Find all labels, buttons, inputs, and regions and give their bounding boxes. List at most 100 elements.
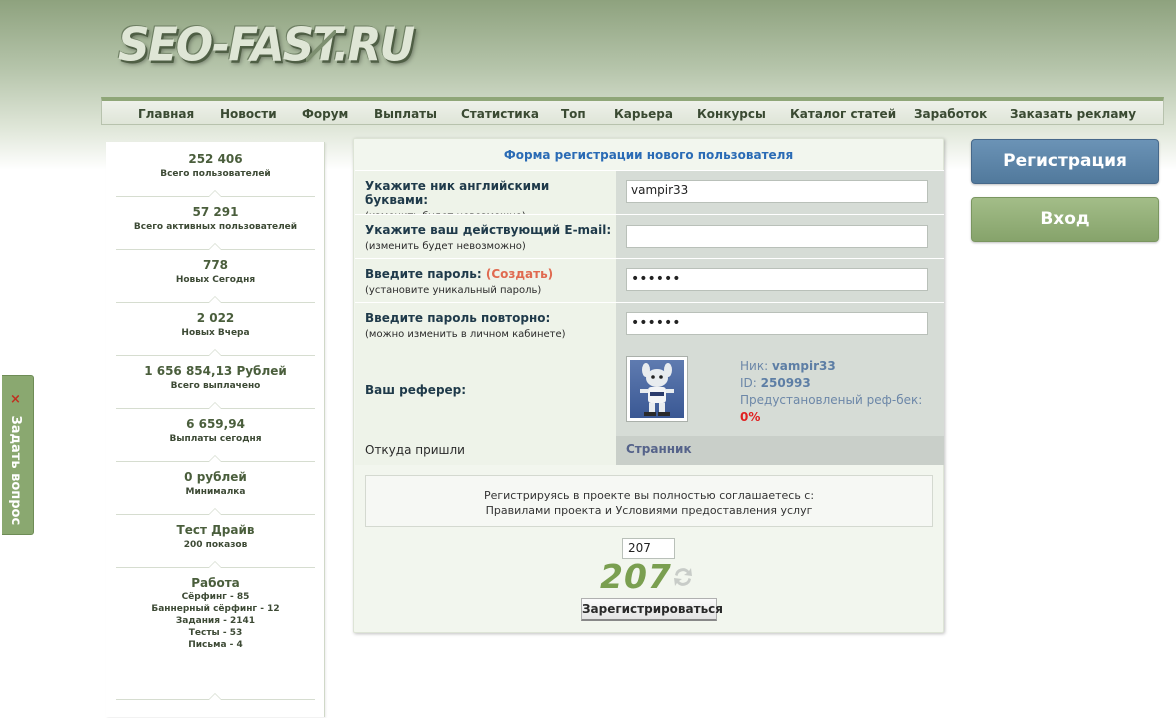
refresh-captcha-icon[interactable] (671, 565, 695, 589)
menu-item-payouts[interactable]: Выплаты (374, 107, 437, 121)
stat-value: 57 291 (192, 205, 239, 219)
captcha-input[interactable]: 207 (622, 538, 675, 559)
divider-notch-icon (208, 561, 222, 569)
stat-new-yesterday: 2 022 Новых Вчера (106, 311, 325, 338)
divider-notch-icon (208, 455, 222, 463)
referrer-info: Ник: vampir33 ID: 250993 Предустановлены… (616, 346, 944, 436)
menu-item-forum[interactable]: Форум (302, 107, 348, 121)
agreement-line-2[interactable]: Правилами проекта и Условиями предоставл… (366, 503, 932, 518)
create-password-link[interactable]: (Создать) (486, 267, 553, 281)
stat-value: Тест Драйв (176, 523, 255, 537)
ask-question-tab[interactable]: × Задать вопрос (2, 375, 34, 535)
login-button[interactable]: Вход (971, 197, 1159, 242)
menu-item-statistics[interactable]: Статистика (461, 107, 539, 121)
close-icon[interactable]: × (8, 392, 23, 407)
stat-label: Всего пользователей (160, 169, 271, 179)
password-repeat-label: Введите пароль повторно: (365, 311, 551, 325)
nick-label: Укажите ник английскими буквами: (365, 179, 550, 207)
refback-value: 0% (740, 410, 761, 424)
password-label: Введите пароль: (Создать) (365, 267, 554, 281)
stat-label: Выплаты сегодня (169, 434, 262, 444)
menu-item-top[interactable]: Топ (561, 107, 586, 121)
work-line: Тесты - 53 (188, 628, 243, 638)
logo-decoration-icon (306, 30, 336, 62)
work-line: Сёрфинг - 85 (181, 592, 250, 602)
password-input[interactable]: •••••• (626, 268, 928, 291)
divider-notch-icon (208, 693, 222, 701)
stat-total-paid: 1 656 854,13 Рублей Всего выплачено (106, 364, 325, 391)
stat-label: Новых Вчера (181, 328, 250, 338)
stat-active-users: 57 291 Всего активных пользователей (106, 205, 325, 232)
stat-label: Всего активных пользователей (133, 222, 298, 232)
referrer-nick[interactable]: vampir33 (772, 359, 836, 373)
register-button[interactable]: Регистрация (971, 139, 1159, 184)
password-row: Введите пароль: (Создать) (установите ун… (355, 258, 944, 302)
stat-label: Новых Сегодня (175, 275, 256, 285)
menu-item-home[interactable]: Главная (138, 107, 194, 121)
stat-label: Минималка (185, 487, 246, 497)
stat-value: 252 406 (188, 152, 243, 166)
menu-item-contests[interactable]: Конкурсы (697, 107, 766, 121)
source-value: Странник (616, 436, 944, 465)
menu-item-articles[interactable]: Каталог статей (790, 107, 896, 121)
registration-form: Форма регистрации нового пользователя Ук… (353, 138, 944, 633)
avatar-character-icon (640, 363, 674, 416)
work-line: Задания - 2141 (175, 616, 256, 626)
menu-item-earnings[interactable]: Заработок (914, 107, 987, 121)
captcha-image: 207 (600, 557, 672, 596)
stat-test-drive[interactable]: Тест Драйв 200 показов (106, 523, 325, 550)
agreement-line-1: Регистрируясь в проекте вы полностью сог… (483, 489, 815, 502)
referrer-row: Ваш реферер: (355, 346, 616, 436)
work-line: Баннерный сёрфинг - 12 (151, 604, 280, 614)
stat-label: 200 показов (183, 540, 248, 550)
menu-item-order-ads[interactable]: Заказать рекламу (1010, 107, 1136, 121)
email-hint: (изменить будет невозможно) (365, 241, 526, 252)
stats-sidebar: 252 406 Всего пользователей 57 291 Всего… (106, 142, 325, 717)
register-submit-button[interactable]: Зарегистрироваться (581, 598, 723, 621)
referrer-avatar[interactable] (626, 356, 688, 422)
stat-paid-today: 6 659,94 Выплаты сегодня (106, 417, 325, 444)
email-input[interactable] (626, 225, 928, 248)
main-menu: Главная Новости Форум Выплаты Статистика… (101, 97, 1164, 125)
site-logo[interactable]: SEO-FAST.RU (118, 19, 415, 73)
work-title: Работа (191, 576, 240, 590)
password-repeat-input[interactable]: •••••• (626, 312, 928, 335)
stat-value: 778 (202, 258, 229, 272)
email-label: Укажите ваш действующий E-mail: (365, 223, 612, 237)
referrer-id-label: ID: (740, 376, 757, 390)
nick-row: Укажите ник английскими буквами: (измени… (355, 170, 944, 222)
stat-value: 6 659,94 (186, 417, 245, 431)
stat-new-today: 778 Новых Сегодня (106, 258, 325, 285)
stat-work: Работа Сёрфинг - 85 Баннерный сёрфинг - … (106, 576, 325, 650)
ask-question-label: × Задать вопрос (8, 392, 23, 525)
referrer-nick-label: Ник: (740, 359, 769, 373)
form-title: Форма регистрации нового пользователя (503, 148, 794, 162)
divider-notch-icon (208, 296, 222, 304)
email-row: Укажите ваш действующий E-mail: (изменит… (355, 214, 944, 259)
menu-item-news[interactable]: Новости (220, 107, 277, 121)
divider-notch-icon (208, 243, 222, 251)
ask-question-text: Задать вопрос (8, 415, 23, 526)
stat-total-users: 252 406 Всего пользователей (106, 152, 325, 179)
menu-item-career[interactable]: Карьера (614, 107, 673, 121)
referrer-label: Ваш реферер: (365, 383, 467, 397)
password-repeat-hint: (можно изменить в личном кабинете) (365, 329, 566, 340)
divider-notch-icon (208, 190, 222, 198)
stat-value: 0 рублей (184, 470, 247, 484)
stat-value: 1 656 854,13 Рублей (144, 364, 287, 378)
work-line: Письма - 4 (188, 640, 243, 650)
password-hint: (установите уникальный пароль) (365, 285, 542, 296)
divider-notch-icon (208, 508, 222, 516)
stat-label: Всего выплачено (170, 381, 261, 391)
stat-minimum-payout: 0 рублей Минималка (106, 470, 325, 497)
nick-input[interactable]: vampir33 (626, 180, 928, 203)
referrer-details: Ник: vampir33 ID: 250993 Предустановлены… (740, 358, 944, 426)
agreement-box: Регистрируясь в проекте вы полностью сог… (365, 475, 933, 527)
refback-label: Предустановленый реф-бек: (740, 393, 923, 407)
referrer-id: 250993 (760, 376, 811, 390)
password-repeat-row: Введите пароль повторно: (можно изменить… (355, 302, 944, 346)
divider-notch-icon (208, 349, 222, 357)
divider-notch-icon (208, 402, 222, 410)
source-label: Откуда пришли (355, 436, 616, 465)
stat-value: 2 022 (196, 311, 235, 325)
